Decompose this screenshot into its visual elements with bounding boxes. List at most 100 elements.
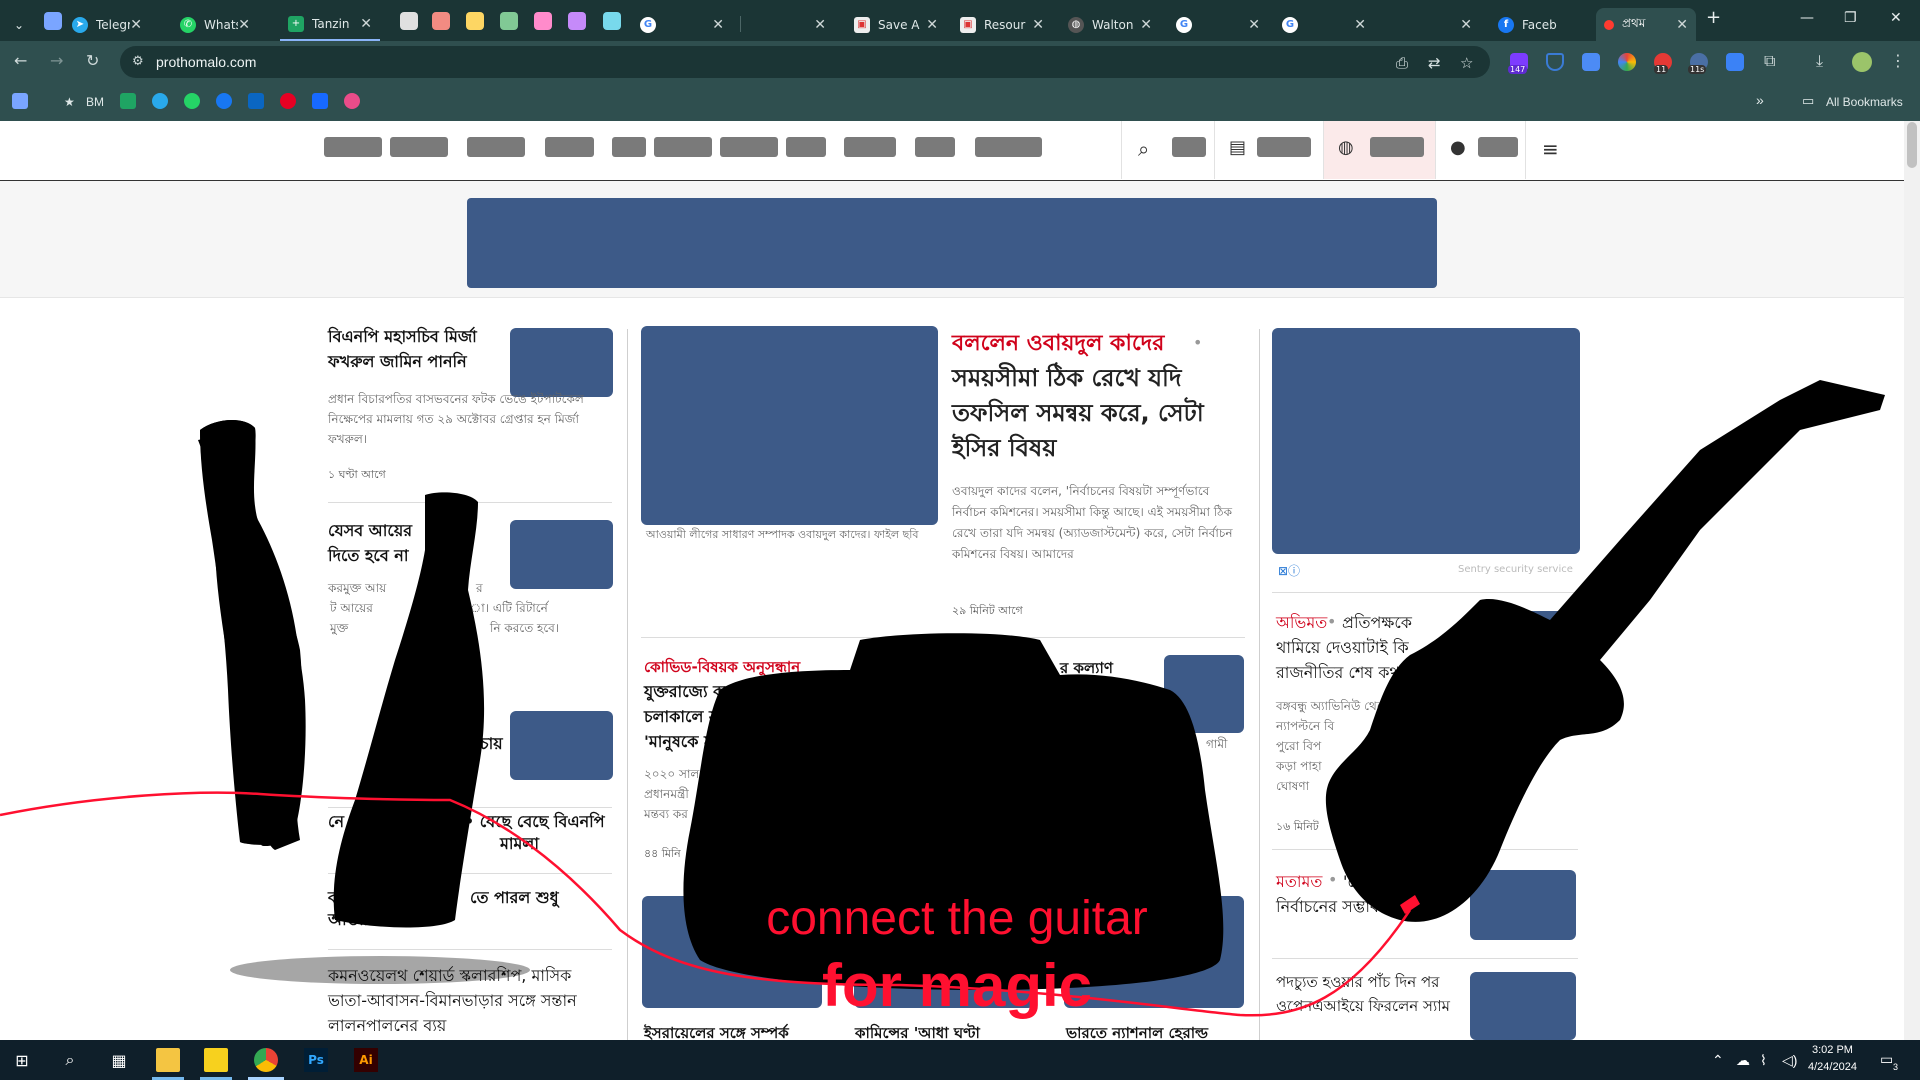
tab-blank-2[interactable]: ✕	[1380, 8, 1480, 41]
bottle-shadow	[230, 956, 530, 984]
tab-whatsapp[interactable]: ✆ Whats ✕	[172, 8, 258, 41]
whatsapp-icon[interactable]	[184, 93, 200, 109]
window-close-button[interactable]: ✕	[1890, 10, 1902, 26]
windows-icon[interactable]: ⊞	[10, 1048, 34, 1072]
linkedin-icon[interactable]	[248, 93, 264, 109]
webpage: ⌕ ▤ ◍ ● ≡ বিএনপি মহাসচিব মির্জা ফখরুল জা…	[0, 121, 1904, 1040]
translate-icon[interactable]: ⇄	[1428, 54, 1441, 72]
tab-save[interactable]: ▣ Save A ✕	[846, 8, 946, 41]
tab-group-icon[interactable]	[44, 12, 62, 30]
tab-group-purple[interactable]	[568, 12, 586, 30]
downloads-icon[interactable]: ⤓	[1816, 51, 1823, 71]
shield-icon[interactable]	[1546, 53, 1564, 71]
tab-google-2[interactable]: G ✕	[1168, 8, 1268, 41]
close-icon[interactable]: ✕	[926, 17, 938, 33]
illustrator-icon[interactable]: Ai	[354, 1048, 378, 1072]
sticky-notes-icon[interactable]	[204, 1048, 228, 1072]
close-icon[interactable]: ✕	[1140, 17, 1152, 33]
download-manager-icon[interactable]	[1726, 53, 1744, 71]
close-icon[interactable]: ✕	[1354, 17, 1366, 33]
close-icon[interactable]: ✕	[712, 17, 724, 33]
all-bookmarks[interactable]: All Bookmarks	[1826, 95, 1903, 109]
tab-google-3[interactable]: G ✕	[1274, 8, 1374, 41]
network-icon[interactable]: ⌇	[1760, 1052, 1767, 1069]
close-icon[interactable]: ✕	[814, 17, 826, 33]
tab-prothomalo-active[interactable]: প্রথম ✕	[1596, 8, 1696, 41]
task-view-icon[interactable]: ▦	[107, 1048, 131, 1072]
browser-toolbar: ← → ↻ ⚙ prothomalo.com ⎙ ⇄ ☆ 147 11 11s …	[0, 41, 1920, 83]
tab-group-cyan[interactable]	[603, 12, 621, 30]
close-icon[interactable]: ✕	[1032, 17, 1044, 33]
cola-bottle-icon[interactable]	[333, 492, 485, 928]
tab-tanzin[interactable]: + Tanzin ✕	[280, 8, 380, 41]
facebook-icon: f	[1498, 16, 1514, 33]
bookmark-app-icon[interactable]	[12, 93, 28, 109]
close-icon[interactable]: ✕	[360, 16, 372, 32]
tab-resource[interactable]: ▣ Resour ✕	[952, 8, 1052, 41]
guitar-icon[interactable]	[1325, 380, 1885, 922]
scrollbar-thumb[interactable]	[1907, 122, 1917, 168]
clock-time[interactable]: 3:02 PM	[1812, 1044, 1853, 1056]
bookmark-bm[interactable]: BM	[86, 95, 104, 109]
tab-group-green[interactable]	[500, 12, 518, 30]
page-scrollbar[interactable]	[1904, 121, 1920, 1040]
globe-icon: ◍	[1068, 16, 1084, 33]
star-icon: ★	[64, 95, 75, 109]
dribbble-icon[interactable]	[344, 93, 360, 109]
tab-group-pink[interactable]	[534, 12, 552, 30]
tab-facebook[interactable]: f Faceb	[1490, 8, 1590, 41]
chrome-icon[interactable]	[254, 1048, 278, 1072]
file-explorer-icon[interactable]	[156, 1048, 180, 1072]
chevron-up-icon[interactable]: ⌃	[1712, 1052, 1724, 1069]
extensions-puzzle-icon[interactable]: ⧉	[1764, 51, 1775, 71]
address-bar[interactable]: ⚙ prothomalo.com ⎙ ⇄ ☆	[120, 46, 1490, 78]
whatsapp-icon: ✆	[180, 16, 196, 33]
tab-search-button[interactable]: ⌄	[6, 8, 34, 41]
tab-telegram[interactable]: ➤ Telegr ✕	[64, 8, 150, 41]
close-icon[interactable]: ✕	[1460, 17, 1472, 33]
notifications-icon[interactable]: ▭	[1880, 1051, 1893, 1068]
chevron-right-icon[interactable]: »	[1756, 92, 1764, 108]
back-arrow-icon[interactable]: ←	[14, 51, 27, 70]
volume-icon[interactable]: ◁)	[1782, 1052, 1797, 1069]
telegram-icon[interactable]	[152, 93, 168, 109]
extension-docs-icon[interactable]	[1582, 53, 1600, 71]
sheets-icon: +	[288, 15, 304, 32]
minimize-button[interactable]: —	[1800, 10, 1814, 26]
pinterest-icon[interactable]	[280, 93, 296, 109]
reload-icon[interactable]: ↻	[86, 51, 99, 70]
menu-kebab-icon[interactable]: ⋮	[1890, 51, 1906, 70]
close-icon[interactable]: ✕	[130, 17, 142, 33]
tab-label: Telegr	[96, 17, 131, 32]
photoshop-icon[interactable]: Ps	[304, 1048, 328, 1072]
tab-walton[interactable]: ◍ Walton ✕	[1060, 8, 1160, 41]
tab-group-grey[interactable]	[400, 12, 418, 30]
close-icon[interactable]: ✕	[238, 17, 250, 33]
url-text: prothomalo.com	[156, 54, 257, 70]
extension-badge: 11	[1654, 65, 1669, 74]
clock-date[interactable]: 4/24/2024	[1808, 1061, 1857, 1073]
sheets-icon[interactable]	[120, 93, 136, 109]
overlay-caption-line1: connect the guitar	[766, 892, 1148, 945]
profile-avatar[interactable]	[1852, 52, 1872, 72]
search-icon[interactable]: ⌕	[58, 1048, 82, 1072]
site-info-icon[interactable]: ⚙	[132, 54, 144, 69]
tab-group-red[interactable]	[432, 12, 450, 30]
color-picker-icon[interactable]	[1618, 53, 1636, 71]
tab-label: Whats	[204, 17, 239, 32]
onedrive-icon[interactable]: ☁	[1736, 1052, 1750, 1069]
install-app-icon[interactable]: ⎙	[1396, 54, 1408, 72]
tab-group-yellow[interactable]	[466, 12, 484, 30]
doc-icon: ▣	[960, 16, 976, 33]
tab-blank[interactable]: ✕	[740, 8, 834, 41]
windows-taskbar: ⊞ ⌕ ▦ Ps Ai ⌃ ☁ ⌇ ◁) 3:02 PM 4/24/2024 ▭…	[0, 1040, 1920, 1080]
close-icon[interactable]: ✕	[1248, 17, 1260, 33]
tab-google-1[interactable]: G ✕	[632, 8, 732, 41]
close-icon[interactable]: ✕	[1676, 17, 1688, 33]
behance-icon[interactable]	[312, 93, 328, 109]
forward-arrow-icon[interactable]: →	[50, 51, 63, 70]
facebook-icon[interactable]	[216, 93, 232, 109]
restore-button[interactable]: ❐	[1844, 10, 1857, 26]
new-tab-button[interactable]: +	[1706, 7, 1721, 28]
bookmark-star-icon[interactable]: ☆	[1460, 54, 1473, 72]
